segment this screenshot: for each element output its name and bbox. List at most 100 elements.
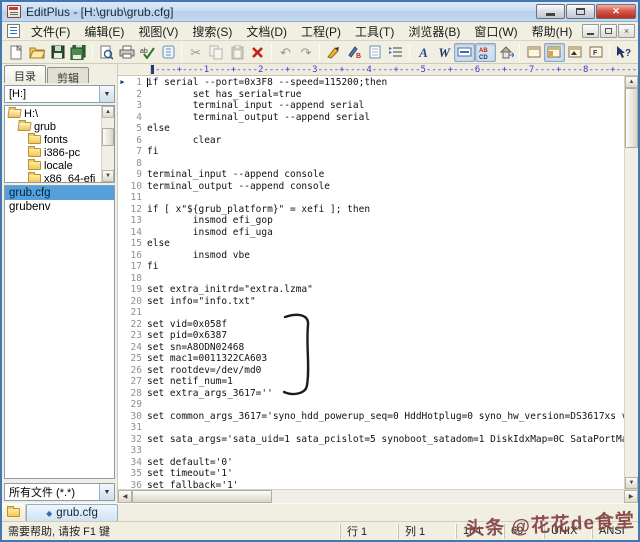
spell-check-button[interactable]: ab — [137, 43, 158, 62]
current-line-marker — [118, 330, 127, 342]
replace-button[interactable]: B — [344, 43, 365, 62]
redo-button[interactable]: ↷ — [296, 43, 317, 62]
child-close-button[interactable]: × — [618, 24, 635, 38]
line-text: else — [147, 123, 624, 135]
child-minimize-button[interactable] — [582, 24, 599, 38]
code-area[interactable]: ▶ 1 if serial --port=0x3F8 --speed=11520… — [118, 76, 624, 489]
tree-item[interactable]: x86_64-efi — [5, 172, 101, 182]
line-text: set default='0' — [147, 457, 624, 469]
line-number: 22 — [127, 319, 147, 331]
copy-html-button[interactable] — [365, 43, 386, 62]
home-button[interactable] — [496, 43, 517, 62]
file-list-item[interactable]: grubenv — [5, 200, 114, 214]
directory-toggle-button[interactable] — [2, 504, 26, 521]
line-number: 14 — [127, 227, 147, 239]
menu-item[interactable]: 工具(T) — [348, 21, 401, 42]
window-fullscreen-button[interactable]: F — [585, 43, 606, 62]
chevron-down-icon[interactable]: ▼ — [99, 86, 114, 102]
tree-scrollbar[interactable]: ▲ ▼ — [101, 106, 114, 182]
title-bar[interactable]: EditPlus - [H:\grub\grub.cfg] ✕ — [2, 2, 638, 22]
scroll-down-icon[interactable]: ▼ — [102, 170, 114, 182]
tree-item[interactable]: grub — [5, 120, 101, 133]
menu-item[interactable]: 文档(D) — [239, 21, 294, 42]
find-button[interactable] — [323, 43, 344, 62]
copy-button[interactable] — [206, 43, 227, 62]
paste-button[interactable] — [227, 43, 248, 62]
menu-item[interactable]: 视图(V) — [131, 21, 185, 42]
menu-item[interactable]: 编辑(E) — [77, 21, 131, 42]
line-number: 5 — [127, 123, 147, 135]
document-modified-icon: ◆ — [46, 509, 52, 518]
new-file-button[interactable] — [6, 43, 27, 62]
window-directory-button[interactable] — [544, 43, 565, 62]
current-line-marker — [118, 158, 127, 170]
save-button[interactable] — [47, 43, 68, 62]
drive-select[interactable]: [H:] ▼ — [4, 85, 115, 103]
window-normal-button[interactable] — [523, 43, 544, 62]
chevron-down-icon[interactable]: ▼ — [99, 484, 114, 500]
menu-item[interactable]: 工程(P) — [294, 21, 348, 42]
word-wrap-icon: W — [438, 46, 450, 59]
document-tab-grubcfg[interactable]: ◆ grub.cfg — [26, 504, 118, 521]
cut-button[interactable]: ✂ — [185, 43, 206, 62]
line-number: 28 — [127, 388, 147, 400]
tab-cliptext[interactable]: 剪辑 — [47, 67, 89, 83]
editor-vertical-scrollbar[interactable]: ▲ ▼ — [624, 76, 638, 489]
font-button[interactable]: A — [413, 43, 434, 62]
close-button[interactable]: ✕ — [596, 4, 636, 19]
file-list-item[interactable]: grub.cfg — [5, 186, 114, 200]
save-all-button[interactable] — [68, 43, 89, 62]
delete-button[interactable] — [247, 43, 268, 62]
file-list[interactable]: grub.cfg grubenv — [4, 185, 115, 479]
line-number: 32 — [127, 434, 147, 446]
tree-item[interactable]: H:\ — [5, 107, 101, 120]
folder-icon — [17, 122, 31, 131]
print-button[interactable] — [116, 43, 137, 62]
current-line-marker: ▶ — [118, 77, 127, 89]
line-text: else — [147, 238, 624, 250]
editor-horizontal-scrollbar[interactable]: ◀ ▶ — [118, 489, 638, 503]
open-file-button[interactable] — [27, 43, 48, 62]
directory-tree[interactable]: H:\ grub fonts — [5, 106, 101, 182]
tree-item[interactable]: i386-pc — [5, 146, 101, 159]
context-help-button[interactable]: ? — [613, 43, 634, 62]
tree-item-label: i386-pc — [44, 147, 80, 159]
scroll-left-icon[interactable]: ◀ — [118, 490, 132, 503]
menu-item[interactable]: 文件(F) — [24, 21, 77, 42]
restore-button[interactable] — [566, 4, 595, 19]
print-preview-button[interactable] — [96, 43, 117, 62]
current-line-marker — [118, 284, 127, 296]
scroll-down-icon[interactable]: ▼ — [625, 477, 638, 489]
current-line-marker — [118, 342, 127, 354]
toggle-ruler-button[interactable] — [454, 43, 475, 62]
child-restore-icon — [605, 28, 612, 34]
child-restore-button[interactable] — [600, 24, 617, 38]
editor-vscroll-thumb[interactable] — [625, 88, 638, 148]
word-wrap-button[interactable]: W — [434, 43, 455, 62]
code-line: 23 set pid=0x6387 — [118, 330, 624, 342]
tree-scroll-thumb[interactable] — [102, 128, 114, 146]
tree-item[interactable]: locale — [5, 159, 101, 172]
outline-button[interactable] — [385, 43, 406, 62]
current-line-marker — [118, 112, 127, 124]
cliptext-button[interactable] — [158, 43, 179, 62]
current-line-marker — [118, 319, 127, 331]
menu-item[interactable]: 窗口(W) — [467, 21, 524, 42]
current-line-marker — [118, 204, 127, 216]
editor-hscroll-thumb[interactable] — [132, 490, 272, 503]
menu-item[interactable]: 浏览器(B) — [401, 21, 467, 42]
scroll-up-icon[interactable]: ▲ — [102, 106, 114, 118]
tree-item-label: locale — [44, 160, 73, 172]
scroll-up-icon[interactable]: ▲ — [625, 76, 638, 88]
menu-item[interactable]: 搜索(S) — [185, 21, 239, 42]
file-filter-select[interactable]: 所有文件 (*.*) ▼ — [4, 483, 115, 501]
line-number: 18 — [127, 273, 147, 285]
window-output-button[interactable] — [565, 43, 586, 62]
auto-completion-button[interactable]: ABCD — [475, 43, 496, 62]
tree-item[interactable]: fonts — [5, 133, 101, 146]
undo-button[interactable]: ↶ — [275, 43, 296, 62]
scroll-right-icon[interactable]: ▶ — [624, 490, 638, 503]
menu-item[interactable]: 帮助(H) — [525, 21, 580, 42]
tab-directory[interactable]: 目录 — [4, 65, 46, 83]
minimize-button[interactable] — [536, 4, 565, 19]
